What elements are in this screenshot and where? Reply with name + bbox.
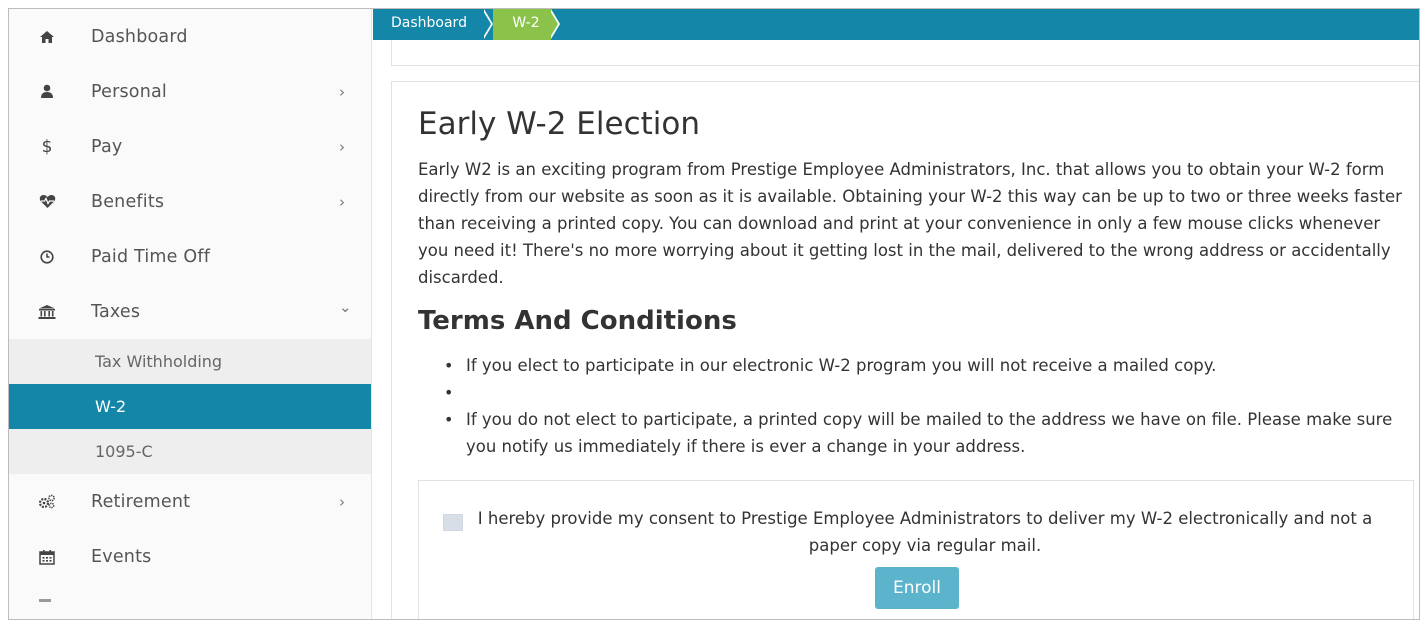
consent-panel: I hereby provide my consent to Prestige … [418, 480, 1414, 619]
enroll-button[interactable]: Enroll [875, 567, 959, 609]
consent-checkbox[interactable] [443, 514, 463, 531]
sidebar-subitem-w2[interactable]: W-2 [9, 384, 371, 429]
sidebar-item-personal[interactable]: Personal › [9, 64, 371, 119]
sidebar-item-label: Paid Time Off [91, 246, 211, 267]
header-panel [391, 40, 1419, 66]
consent-text: I hereby provide my consent to Prestige … [477, 509, 1373, 555]
user-icon [37, 82, 57, 102]
breadcrumb-separator [482, 9, 491, 39]
home-icon [37, 27, 57, 47]
clock-icon [37, 247, 57, 267]
calendar-icon [37, 547, 57, 567]
sidebar-item-label: Pay [91, 136, 123, 157]
chevron-right-icon: › [339, 492, 345, 511]
sidebar-item-label: Events [91, 546, 152, 567]
list-item: If you do not elect to participate, a pr… [442, 406, 1402, 460]
sidebar-item-label: Retirement [91, 491, 191, 512]
sidebar-item-dashboard[interactable]: Dashboard [9, 9, 371, 64]
breadcrumb-w2[interactable]: W-2 [493, 9, 551, 40]
sidebar-item-label: Benefits [91, 191, 165, 212]
sidebar-subitem-label: Tax Withholding [95, 352, 223, 371]
sidebar-item-retirement[interactable]: Retirement › [9, 474, 371, 529]
chevron-down-icon: ⌄ [339, 298, 352, 316]
sidebar-subitem-label: W-2 [95, 397, 127, 416]
chevron-right-icon: › [339, 137, 345, 156]
sidebar-item-benefits[interactable]: Benefits › [9, 174, 371, 229]
breadcrumb-separator [549, 9, 558, 39]
sidebar-item-paid-time-off[interactable]: Paid Time Off [9, 229, 371, 284]
list-item [442, 379, 1402, 406]
sidebar: Dashboard Personal › $ Pay › Benefits › [9, 9, 372, 619]
list-item: If you elect to participate in our elect… [442, 352, 1402, 379]
app-frame: Dashboard Personal › $ Pay › Benefits › [8, 8, 1420, 620]
breadcrumb: Dashboard W-2 [373, 9, 1419, 40]
dollar-icon: $ [41, 136, 53, 157]
sidebar-item-label: Taxes [91, 301, 141, 322]
partial-icon [39, 599, 51, 602]
sidebar-subitem-label: 1095-C [95, 442, 153, 461]
sidebar-item-events[interactable]: Events [9, 529, 371, 584]
bank-icon [37, 302, 57, 322]
early-w2-card: Early W-2 Election Early W2 is an exciti… [391, 81, 1419, 619]
chevron-right-icon: › [339, 82, 345, 101]
breadcrumb-dashboard[interactable]: Dashboard [373, 9, 491, 40]
terms-list: If you elect to participate in our elect… [442, 352, 1402, 460]
page-title: Early W-2 Election [418, 106, 700, 142]
sidebar-subitem-tax-withholding[interactable]: Tax Withholding [9, 339, 371, 384]
sidebar-item-taxes[interactable]: Taxes ⌄ [9, 284, 371, 339]
sidebar-subitem-1095c[interactable]: 1095-C [9, 429, 371, 474]
sidebar-item-label: Dashboard [91, 26, 188, 47]
intro-text: Early W2 is an exciting program from Pre… [418, 160, 1402, 287]
heartbeat-icon [37, 192, 57, 212]
sidebar-item-pay[interactable]: $ Pay › [9, 119, 371, 174]
sidebar-item-label: Personal [91, 81, 167, 102]
chevron-right-icon: › [339, 192, 345, 211]
terms-heading: Terms And Conditions [418, 306, 737, 336]
gears-icon [37, 492, 57, 512]
